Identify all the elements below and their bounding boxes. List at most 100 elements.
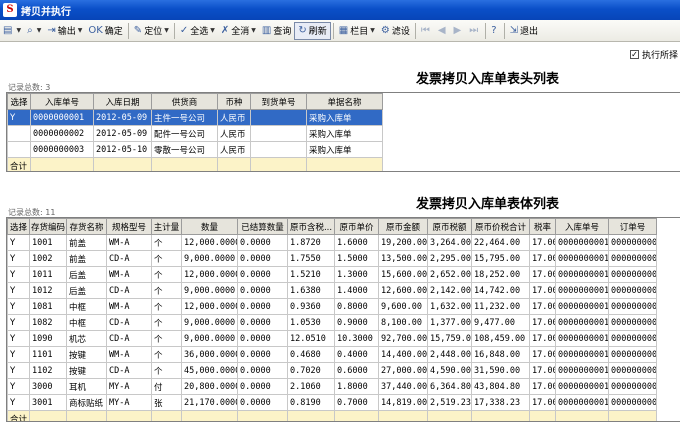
column-header[interactable]: 税率: [529, 218, 556, 235]
select-all-button[interactable]: ✓ 全选 ▼: [177, 22, 218, 40]
locate-button[interactable]: ✎ 定位 ▼: [131, 22, 172, 40]
table-row[interactable]: Y 1090 机芯 CD-A 个 9,000.0000 0.0000 12.0510 10.30…: [7, 330, 657, 347]
table-cell: MY-A: [106, 394, 152, 411]
table-cell: CD-A: [106, 314, 152, 331]
next-button[interactable]: ▶: [451, 22, 467, 40]
table-cell[interactable]: Y: [7, 362, 30, 379]
column-header[interactable]: 原币税额: [427, 218, 472, 235]
execute-all-checkbox[interactable]: ✓: [630, 50, 639, 59]
table-row[interactable]: Y 1002 前盖 CD-A 个 9,000.0000 0.0000 1.7550 1.5000…: [7, 250, 657, 267]
column-header[interactable]: 存货名称: [66, 218, 107, 235]
column-header[interactable]: 规格型号: [106, 218, 152, 235]
table-cell: 2,142.00: [427, 282, 472, 299]
column-header[interactable]: 原币含税...: [287, 218, 335, 235]
table-cell[interactable]: Y: [7, 109, 31, 126]
columns-icon: ▦: [338, 25, 349, 36]
help-button[interactable]: ?: [488, 22, 501, 40]
column-header[interactable]: 数量: [181, 218, 238, 235]
table-cell: 1012: [29, 282, 67, 299]
last-button[interactable]: ⏭: [466, 22, 483, 40]
column-header[interactable]: 选择: [7, 218, 30, 235]
execute-all-option[interactable]: ✓ 执行所择: [630, 48, 678, 61]
column-header[interactable]: 已结算数量: [237, 218, 288, 235]
table-row[interactable]: Y 0000000001 2012-05-09 主件一号公司 人民币 采购入库单: [7, 109, 383, 126]
header-grid[interactable]: 选择 入库单号 入库日期 供货商 币种 到货单号 单据名称 Y 0000000001 2012-0…: [6, 92, 680, 172]
table-cell[interactable]: Y: [7, 378, 30, 395]
body-grid[interactable]: 选择 存货编码 存货名称 规格型号 主计量 数量 已结算数量 原币含税... 原币单价 原币金额原…: [6, 217, 680, 422]
chevron-down-icon[interactable]: ▼: [251, 27, 256, 34]
column-header[interactable]: 存货编码: [29, 218, 67, 235]
query-button[interactable]: ▥ 查询: [259, 22, 294, 40]
total-cell: [555, 410, 609, 421]
chevron-down-icon[interactable]: ▼: [16, 27, 21, 34]
chevron-down-icon[interactable]: ▼: [37, 27, 42, 34]
confirm-label: 确定: [104, 27, 123, 37]
column-header[interactable]: 原币金额: [378, 218, 428, 235]
table-cell: 0000000001: [608, 266, 657, 283]
column-header[interactable]: 到货单号: [250, 93, 307, 110]
table-row[interactable]: Y 3000 耳机 MY-A 付 20,800.0000 0.0000 2.1060 1.800…: [7, 378, 657, 395]
column-header[interactable]: 原币价税合计: [471, 218, 530, 235]
chevron-down-icon[interactable]: ▼: [164, 27, 169, 34]
table-cell: 17.00: [529, 282, 556, 299]
table-cell: 45,000.0000: [181, 362, 238, 379]
table-row[interactable]: Y 1102 按键 CD-A 个 45,000.0000 0.0000 0.7020 0.600…: [7, 362, 657, 379]
output-button[interactable]: ⇥ 输出 ▼: [44, 22, 85, 40]
table-row[interactable]: Y 3001 商标贴纸 MY-A 张 21,170.0000 0.0000 0.8190 0.7…: [7, 394, 657, 411]
preview-button[interactable]: ⌕ ▼: [24, 22, 44, 40]
table-cell: 14,400.00: [378, 346, 428, 363]
prev-button[interactable]: ◀: [435, 22, 451, 40]
filter-icon: ⚙: [380, 25, 390, 36]
table-cell[interactable]: Y: [7, 282, 30, 299]
column-header[interactable]: 入库单号: [30, 93, 94, 110]
table-cell: 0000000001: [608, 346, 657, 363]
table-row[interactable]: Y 1001 前盖 WM-A 个 12,000.0000 0.0000 1.8720 1.600…: [7, 234, 657, 251]
deselect-all-button[interactable]: ✗ 全消 ▼: [218, 22, 259, 40]
chevron-down-icon[interactable]: ▼: [78, 27, 83, 34]
table-row[interactable]: 0000000003 2012-05-10 零散一号公司 人民币 采购入库单: [7, 141, 383, 158]
chevron-down-icon[interactable]: ▼: [210, 27, 215, 34]
column-header[interactable]: 单据名称: [306, 93, 383, 110]
table-cell[interactable]: [7, 141, 31, 158]
column-header[interactable]: 原币单价: [334, 218, 379, 235]
table-cell[interactable]: Y: [7, 234, 30, 251]
table-row[interactable]: Y 1082 中框 CD-A 个 9,000.0000 0.0000 1.0530 0.9000…: [7, 314, 657, 331]
column-header[interactable]: 选择: [7, 93, 31, 110]
column-header[interactable]: 供货商: [151, 93, 218, 110]
table-cell[interactable]: Y: [7, 298, 30, 315]
table-row[interactable]: Y 1101 按键 WM-A 个 36,000.0000 0.0000 0.4680 0.400…: [7, 346, 657, 363]
columns-button[interactable]: ▦ 栏目 ▼: [336, 22, 378, 40]
column-header[interactable]: 主计量: [151, 218, 182, 235]
table-cell: [250, 125, 307, 142]
table-cell[interactable]: [7, 125, 31, 142]
total-cell: [66, 410, 107, 421]
table-cell[interactable]: Y: [7, 250, 30, 267]
confirm-button[interactable]: OK 确定: [85, 22, 125, 40]
table-cell: CD-A: [106, 282, 152, 299]
table-cell: 12,000.0000: [181, 298, 238, 315]
print-button[interactable]: ▤ ▼: [0, 22, 24, 40]
chevron-down-icon[interactable]: ▼: [370, 27, 375, 34]
table-row[interactable]: Y 1012 后盖 CD-A 个 9,000.0000 0.0000 1.6380 1.4000…: [7, 282, 657, 299]
table-cell[interactable]: Y: [7, 394, 30, 411]
table-row[interactable]: 0000000002 2012-05-09 配件一号公司 人民币 采购入库单: [7, 125, 383, 142]
table-cell: 1.0530: [287, 314, 335, 331]
column-header[interactable]: 入库日期: [93, 93, 152, 110]
filter-button[interactable]: ⚙ 滤设: [378, 22, 413, 40]
refresh-button[interactable]: ↻ 刷新: [294, 21, 331, 40]
column-header[interactable]: 币种: [217, 93, 251, 110]
table-cell: 0000000001: [555, 378, 609, 395]
table-cell: 0.0000: [237, 314, 288, 331]
table-cell: 11,232.00: [471, 298, 530, 315]
first-button[interactable]: ⏮: [418, 22, 435, 40]
table-cell[interactable]: Y: [7, 346, 30, 363]
column-header[interactable]: 订单号: [608, 218, 657, 235]
table-cell[interactable]: Y: [7, 266, 30, 283]
table-cell[interactable]: Y: [7, 330, 30, 347]
table-row[interactable]: Y 1011 后盖 WM-A 个 12,000.0000 0.0000 1.5210 1.300…: [7, 266, 657, 283]
table-cell: 按键: [66, 346, 107, 363]
table-cell[interactable]: Y: [7, 314, 30, 331]
exit-button[interactable]: ⇲ 退出: [507, 22, 541, 40]
table-row[interactable]: Y 1081 中框 WM-A 个 12,000.0000 0.0000 0.9360 0.800…: [7, 298, 657, 315]
column-header[interactable]: 入库单号: [555, 218, 609, 235]
